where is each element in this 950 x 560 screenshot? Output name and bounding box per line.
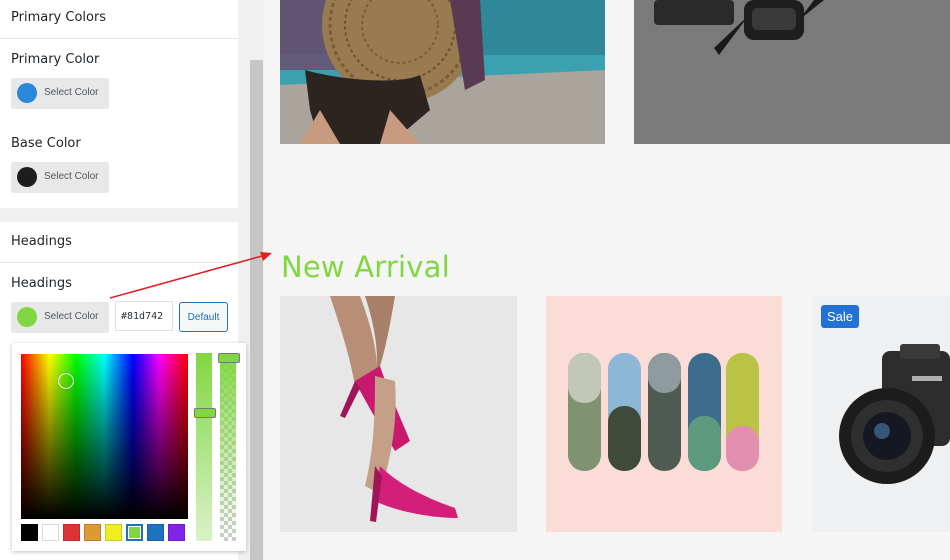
section-divider [0,38,238,39]
palette-swatch-orange[interactable] [84,524,101,541]
product-image-smart-watch[interactable] [634,0,950,144]
straw-hat-illustration [280,0,605,144]
opacity-slider-handle[interactable] [218,353,240,363]
palette-swatch-red[interactable] [63,524,80,541]
lightness-slider[interactable] [196,353,212,541]
default-button[interactable]: Default [179,302,228,332]
section-heading: New Arrival [281,250,450,285]
product-image-camera[interactable] [812,296,950,532]
select-color-text: Select Color [44,87,99,98]
product-image-straw-hat[interactable] [280,0,605,144]
palette-swatch-green[interactable] [126,524,143,541]
product-image-pink-heels[interactable] [280,296,517,532]
headings-section-title: Headings [11,234,72,249]
base-color-swatch [17,167,37,187]
primary-color-swatch [17,83,37,103]
hex-color-input[interactable] [115,301,173,331]
base-color-select-button[interactable]: Select Color [11,162,109,193]
select-color-text: Select Color [44,311,99,322]
primary-color-select-button[interactable]: Select Color [11,78,109,109]
skateboards-illustration [546,296,782,532]
color-picker [12,343,246,551]
site-preview: New Arrival Sale [264,0,950,560]
sale-badge: Sale [821,305,859,328]
pink-heels-illustration [280,296,517,532]
palette-swatch-white[interactable] [42,524,59,541]
primary-color-label: Primary Color [11,52,100,67]
headings-color-label: Headings [11,276,72,291]
base-color-label: Base Color [11,136,81,151]
primary-colors-section: Primary Colors Primary Color Select Colo… [0,0,238,208]
headings-color-swatch [17,307,37,327]
saturation-value-field[interactable] [21,354,188,519]
product-image-skateboards[interactable] [546,296,782,532]
palette-swatch-yellow[interactable] [105,524,122,541]
opacity-slider[interactable] [220,353,236,541]
palette-swatch-blue[interactable] [147,524,164,541]
panel-scrollbar-thumb[interactable] [250,60,263,560]
select-color-text: Select Color [44,171,99,182]
lightness-slider-handle[interactable] [194,408,216,418]
palette-swatch-purple[interactable] [168,524,185,541]
palette-swatch-black[interactable] [21,524,38,541]
camera-illustration [812,296,950,532]
headings-color-select-button[interactable]: Select Color [11,302,109,333]
primary-colors-title: Primary Colors [11,10,107,25]
color-picker-handle[interactable] [58,373,74,389]
customizer-panel: Primary Colors Primary Color Select Colo… [0,0,250,560]
section-divider [0,262,238,263]
smart-watch-illustration [634,0,950,144]
